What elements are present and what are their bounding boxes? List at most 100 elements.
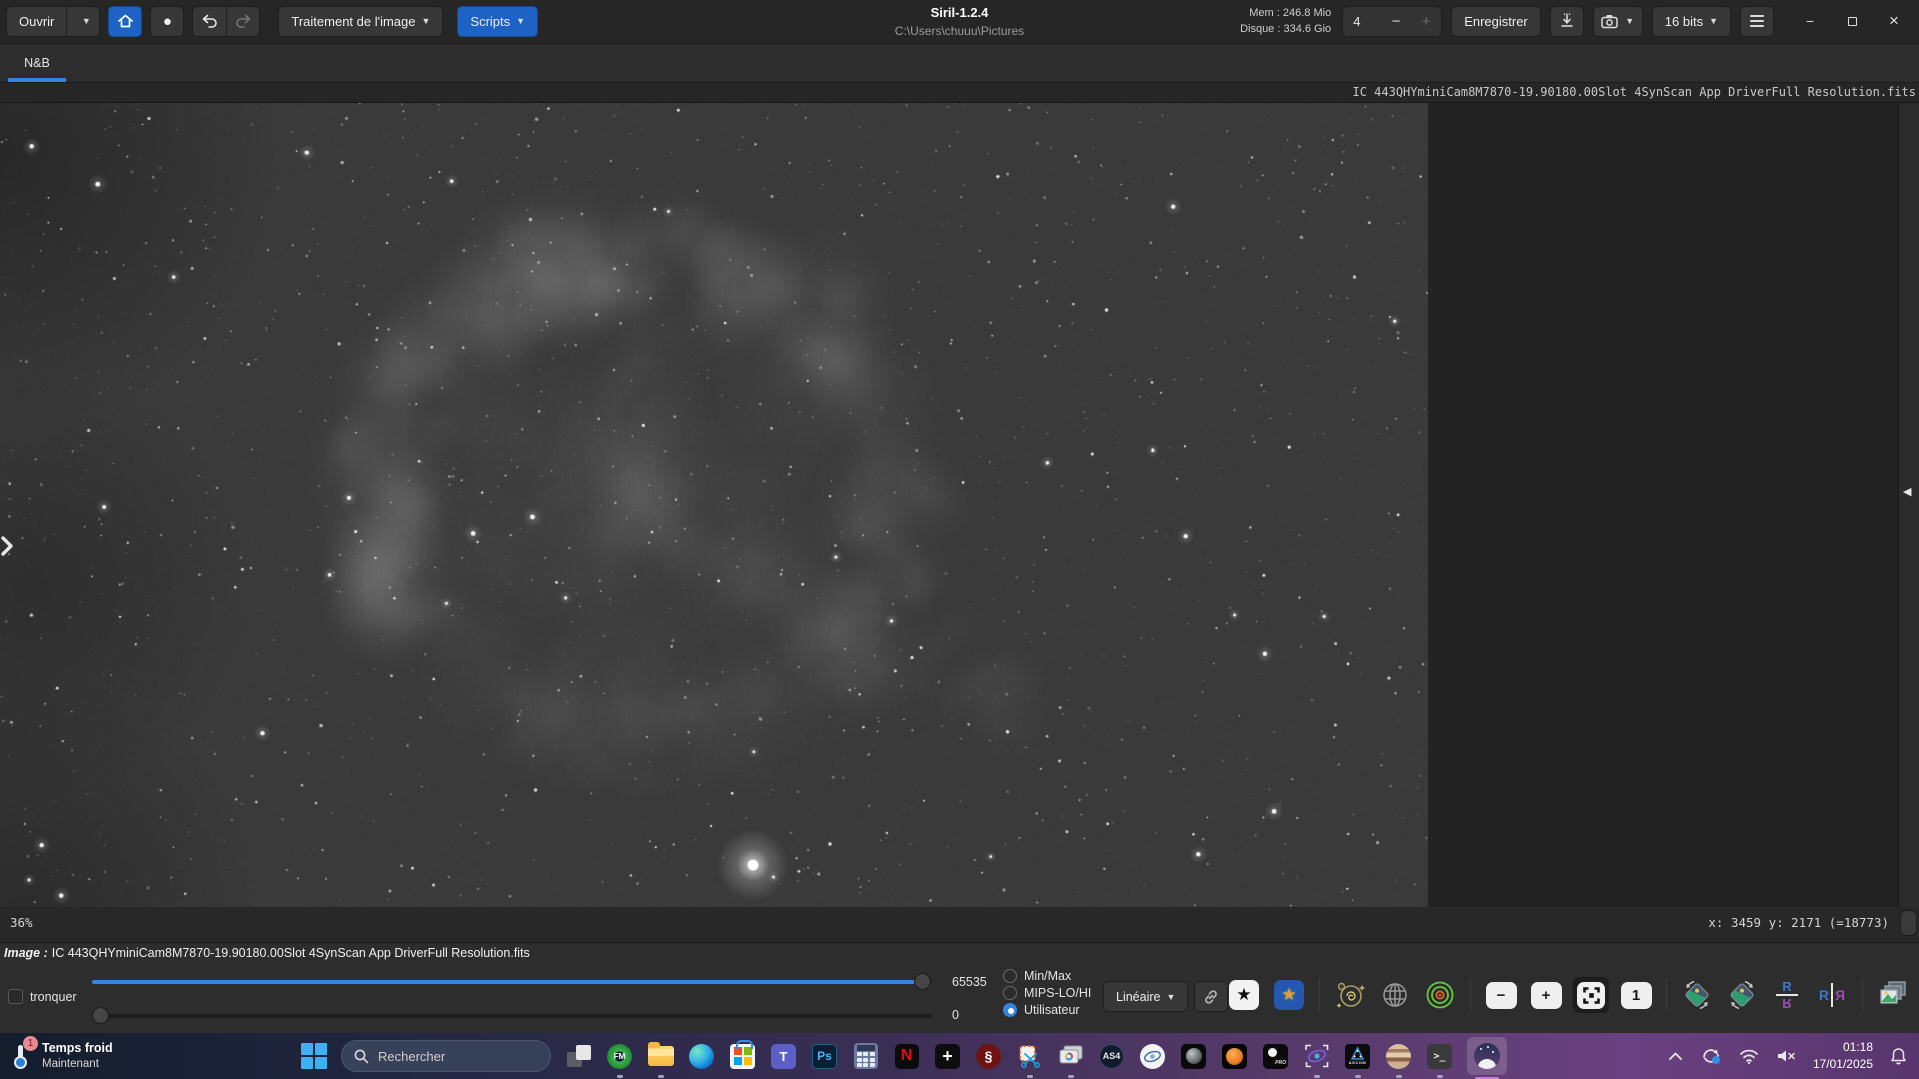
main-menu-button[interactable] bbox=[1740, 6, 1774, 37]
collapse-left-icon[interactable]: ◀ bbox=[1903, 485, 1911, 498]
galaxy-icon bbox=[1335, 980, 1365, 1010]
store-icon bbox=[730, 1044, 755, 1069]
high-cutoff-slider[interactable] bbox=[92, 973, 932, 990]
astrometry-button[interactable] bbox=[1332, 977, 1368, 1013]
scripts-menu-button[interactable]: Scripts ▼ bbox=[457, 6, 538, 37]
task-view-button[interactable] bbox=[565, 1043, 592, 1070]
stretch-mode-dropdown[interactable]: Linéaire ▼ bbox=[1103, 981, 1188, 1012]
toolbar-separator bbox=[1666, 978, 1667, 1012]
panel-grip[interactable] bbox=[1900, 910, 1917, 936]
sequence-list-button[interactable] bbox=[1875, 977, 1911, 1013]
zoom-100-button[interactable]: 1 bbox=[1618, 977, 1654, 1013]
truncate-checkbox[interactable]: tronquer bbox=[8, 989, 77, 1004]
slider-thumb[interactable] bbox=[92, 1007, 109, 1024]
volume-muted-icon[interactable] bbox=[1776, 1048, 1796, 1064]
flip-horizontal-button[interactable]: R R bbox=[1814, 977, 1850, 1013]
spinner-decrement-button[interactable]: − bbox=[1381, 13, 1411, 30]
taskbar-autostakkert[interactable]: AS4 bbox=[1098, 1043, 1125, 1070]
taskbar-sun-app[interactable] bbox=[1221, 1043, 1248, 1070]
thread-count-spinner[interactable]: 4 − + bbox=[1342, 6, 1442, 37]
open-button[interactable]: Ouvrir bbox=[6, 6, 66, 37]
link-icon bbox=[1203, 989, 1219, 1005]
taskbar-file-explorer[interactable] bbox=[647, 1043, 674, 1070]
calculator-icon bbox=[854, 1043, 878, 1069]
left-panel-expander[interactable] bbox=[0, 533, 16, 559]
search-icon bbox=[354, 1049, 369, 1064]
wifi-icon[interactable] bbox=[1739, 1049, 1759, 1064]
low-cutoff-slider[interactable] bbox=[92, 1007, 932, 1024]
close-button[interactable]: × bbox=[1875, 6, 1913, 36]
tab-label: N&B bbox=[24, 56, 50, 70]
notifications-bell-icon[interactable] bbox=[1890, 1047, 1907, 1065]
radio-mips[interactable]: MIPS-LO/HI bbox=[1003, 986, 1091, 1000]
fit-to-window-button[interactable] bbox=[1573, 977, 1609, 1013]
taskbar-siril-active[interactable] bbox=[1467, 1037, 1507, 1075]
taskbar-snipping-tool[interactable] bbox=[1016, 1043, 1043, 1070]
rotate-ccw-button[interactable] bbox=[1679, 977, 1715, 1013]
taskbar-galaxy-capture[interactable] bbox=[1303, 1043, 1330, 1070]
radio-user[interactable]: Utilisateur bbox=[1003, 1003, 1091, 1017]
annotations-button[interactable] bbox=[1377, 977, 1413, 1013]
target-search-button[interactable] bbox=[1422, 977, 1458, 1013]
undo-button[interactable] bbox=[192, 6, 226, 37]
camera-icon bbox=[1601, 14, 1619, 29]
taskbar-ascom[interactable]: ASCOM bbox=[1344, 1043, 1371, 1070]
search-input[interactable] bbox=[378, 1049, 528, 1064]
taskbar-sharpcap[interactable]: PRO bbox=[1262, 1043, 1289, 1070]
bit-depth-dropdown[interactable]: 16 bits ▼ bbox=[1652, 6, 1731, 37]
zoom-in-button[interactable]: + bbox=[1528, 977, 1564, 1013]
astro-image[interactable] bbox=[0, 103, 1428, 909]
taskbar-fm-app[interactable]: FM bbox=[606, 1043, 633, 1070]
star-detection-button[interactable]: ★ bbox=[1271, 977, 1307, 1013]
star-half-icon: ★ bbox=[1229, 980, 1259, 1010]
taskbar-astro-logo[interactable] bbox=[1139, 1043, 1166, 1070]
flip-vertical-button[interactable]: R R bbox=[1769, 977, 1805, 1013]
save-button[interactable]: Enregistrer bbox=[1451, 6, 1541, 37]
tray-expand-icon[interactable] bbox=[1668, 1051, 1683, 1061]
taskbar-clock[interactable]: 01:18 17/01/2025 bbox=[1813, 1039, 1873, 1074]
maximize-button[interactable] bbox=[1833, 6, 1871, 36]
slider-thumb[interactable] bbox=[914, 973, 931, 990]
siril-window: Ouvrir ▼ ● Traitement de l'image ▼ Scri bbox=[0, 0, 1919, 1079]
taskbar-netflix[interactable]: N bbox=[893, 1043, 920, 1070]
image-processing-menu-button[interactable]: Traitement de l'image ▼ bbox=[278, 6, 443, 37]
undo-icon bbox=[201, 14, 218, 28]
running-indicator bbox=[1437, 1075, 1443, 1078]
taskbar-calculator[interactable] bbox=[852, 1043, 879, 1070]
open-dropdown-button[interactable]: ▼ bbox=[66, 6, 100, 37]
redo-button[interactable] bbox=[226, 6, 260, 37]
taskbar-edge[interactable] bbox=[688, 1043, 715, 1070]
tab-monochrome[interactable]: N&B bbox=[8, 44, 66, 82]
taskbar-remote-screens[interactable] bbox=[1057, 1043, 1084, 1070]
edge-icon bbox=[689, 1044, 714, 1069]
spinner-increment-button[interactable]: + bbox=[1411, 13, 1441, 30]
link-channels-button[interactable] bbox=[1194, 981, 1228, 1012]
home-button[interactable] bbox=[108, 6, 142, 37]
taskbar-nina[interactable]: + bbox=[934, 1043, 961, 1070]
chevron-down-icon: ▼ bbox=[422, 16, 431, 26]
taskbar-winjupos[interactable] bbox=[1385, 1043, 1412, 1070]
photoshop-icon: Ps bbox=[812, 1044, 837, 1069]
snapshot-button[interactable]: ▼ bbox=[1593, 6, 1643, 37]
taskbar-phd2[interactable]: § bbox=[975, 1043, 1002, 1070]
rotate-cw-button[interactable] bbox=[1724, 977, 1760, 1013]
taskbar-moon-app[interactable] bbox=[1180, 1043, 1207, 1070]
phd2-icon: § bbox=[976, 1044, 1001, 1069]
taskbar-search[interactable] bbox=[341, 1040, 551, 1072]
taskbar-ms-store[interactable] bbox=[729, 1043, 756, 1070]
status-bar: 36% x: 3459 y: 2171 (=18773) bbox=[0, 907, 1919, 942]
scripts-label: Scripts bbox=[470, 14, 510, 29]
taskbar-terminal[interactable]: >_ bbox=[1426, 1043, 1453, 1070]
taskbar-teams[interactable]: T bbox=[770, 1043, 797, 1070]
radio-minmax[interactable]: Min/Max bbox=[1003, 969, 1091, 983]
record-button[interactable]: ● bbox=[150, 6, 184, 37]
folder-icon bbox=[648, 1046, 674, 1066]
save-as-button[interactable] bbox=[1550, 6, 1584, 37]
photometry-button[interactable]: ★ bbox=[1226, 977, 1262, 1013]
weather-widget[interactable]: 1 Temps froid Maintenant bbox=[0, 1040, 300, 1071]
sync-icon[interactable] bbox=[1700, 1046, 1722, 1066]
minimize-button[interactable]: − bbox=[1791, 6, 1829, 36]
taskbar-photoshop[interactable]: Ps bbox=[811, 1043, 838, 1070]
zoom-out-button[interactable]: − bbox=[1483, 977, 1519, 1013]
start-button[interactable] bbox=[300, 1043, 327, 1070]
